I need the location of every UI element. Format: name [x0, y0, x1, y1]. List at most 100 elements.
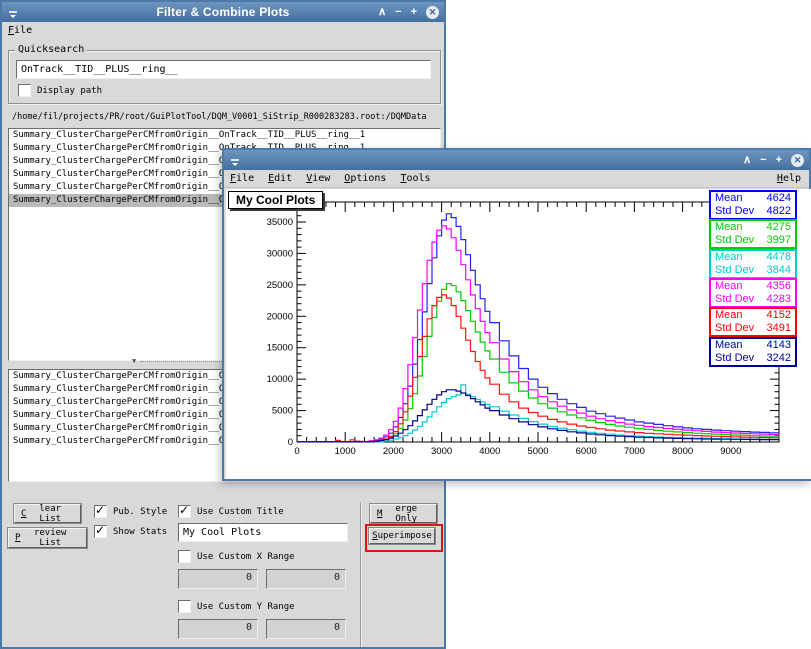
checkbox-box — [94, 503, 107, 518]
x-max-field[interactable]: 0 — [266, 569, 346, 589]
mean-value: 4478 — [766, 250, 791, 263]
stat-box[interactable]: Mean 4478 Std Dev 3844 — [709, 248, 797, 279]
std-dev-label: Std Dev — [715, 234, 755, 247]
hist-blue — [297, 213, 780, 443]
root-canvas[interactable]: 0 1000 2000 3000 4000 5000 6000 7000 8000 9000 0 50… — [226, 189, 811, 479]
window2-titlebar[interactable]: ∧ − + ✕ — [224, 150, 809, 170]
std-dev-label: Std Dev — [715, 263, 755, 276]
y-tick-label: 30000 — [267, 248, 293, 259]
mean-value: 4624 — [766, 192, 791, 204]
use-custom-x-range-checkbox[interactable]: Use Custom X Range — [178, 550, 295, 563]
mean-label: Mean — [715, 279, 743, 292]
divider — [360, 502, 361, 647]
shade-icon[interactable]: ∧ — [378, 2, 386, 22]
y-tick-label: 15000 — [267, 343, 293, 354]
y-tick-label: 35000 — [267, 217, 293, 228]
std-dev-label: Std Dev — [715, 205, 755, 217]
mean-label: Mean — [715, 192, 743, 204]
x-tick-label: 0 — [294, 446, 299, 457]
menu-help[interactable]: Help — [777, 173, 801, 184]
std-dev-value: 3242 — [766, 351, 791, 364]
menu-file[interactable]: File — [8, 25, 32, 36]
quicksearch-input[interactable] — [16, 60, 431, 79]
pub-style-label: Pub. Style — [113, 506, 168, 517]
menu-edit[interactable]: Edit — [268, 173, 292, 184]
pub-style-checkbox[interactable]: Pub. Style — [94, 503, 168, 518]
checkbox-box — [178, 600, 191, 613]
clear-list-button[interactable]: Clear List — [14, 504, 81, 524]
x-tick-label: 8000 — [672, 446, 693, 457]
std-dev-value: 3844 — [766, 263, 791, 276]
superimpose-button[interactable]: Superimpose — [369, 528, 435, 544]
merge-only-button[interactable]: Merge Only — [370, 504, 437, 524]
mean-value: 4143 — [766, 338, 791, 351]
maximize-icon[interactable]: + — [411, 2, 417, 22]
y-tick-label: 25000 — [267, 280, 293, 291]
minimize-icon[interactable]: − — [760, 150, 766, 170]
maximize-icon[interactable]: + — [776, 150, 782, 170]
window1-menubar: File — [2, 22, 444, 39]
y-tick-label: 20000 — [267, 311, 293, 322]
mean-value: 4275 — [766, 221, 791, 234]
menu-tools[interactable]: Tools — [400, 173, 430, 184]
x-tick-label: 3000 — [431, 446, 452, 457]
shade-icon[interactable]: ∧ — [743, 150, 751, 170]
x-tick-label: 2000 — [383, 446, 404, 457]
x-tick-label: 4000 — [479, 446, 500, 457]
x-tick-label: 6000 — [576, 446, 597, 457]
list-item[interactable]: Summary_ClusterChargePerCMfromOrigin__On… — [9, 129, 440, 142]
mean-value: 4356 — [766, 279, 791, 292]
close-icon[interactable]: ✕ — [791, 153, 804, 167]
std-dev-value: 4283 — [766, 292, 791, 305]
checkbox-box — [178, 550, 191, 563]
mean-value: 4152 — [766, 309, 791, 322]
x-tick-label: 1000 — [335, 446, 356, 457]
y-max-field[interactable]: 0 — [266, 619, 346, 639]
std-dev-label: Std Dev — [715, 292, 755, 305]
window1-titlebar[interactable]: Filter & Combine Plots ∧ − + ✕ — [2, 2, 444, 22]
plot-title-box[interactable]: My Cool Plots — [228, 191, 324, 209]
std-dev-label: Std Dev — [715, 322, 755, 335]
x-min-field[interactable]: 0 — [178, 569, 258, 589]
hist-red — [297, 294, 780, 443]
hist-green — [297, 283, 780, 443]
use-custom-title-checkbox[interactable]: Use Custom Title — [178, 503, 284, 518]
stat-box[interactable]: Mean 4356 Std Dev 4283 — [709, 277, 797, 308]
stat-box[interactable]: Mean 4624 Std Dev 4822 — [709, 190, 797, 220]
plot-frame — [296, 201, 780, 443]
window-menu-icon[interactable] — [229, 154, 241, 166]
stat-box[interactable]: Mean 4143 Std Dev 3242 — [709, 336, 797, 367]
std-dev-label: Std Dev — [715, 351, 755, 364]
checkbox-box — [178, 503, 191, 518]
stat-box[interactable]: Mean 4275 Std Dev 3997 — [709, 219, 797, 250]
minimize-icon[interactable]: − — [395, 2, 401, 22]
close-icon[interactable]: ✕ — [426, 5, 439, 19]
use-custom-x-range-label: Use Custom X Range — [197, 551, 295, 562]
use-custom-y-range-checkbox[interactable]: Use Custom Y Range — [178, 600, 295, 613]
checkbox-box — [94, 523, 107, 538]
stat-box[interactable]: Mean 4152 Std Dev 3491 — [709, 307, 797, 338]
display-path-checkbox[interactable]: Display path — [18, 84, 102, 97]
mean-label: Mean — [715, 250, 743, 263]
std-dev-value: 3491 — [766, 322, 791, 335]
hist-magenta — [297, 225, 780, 443]
y-min-field[interactable]: 0 — [178, 619, 258, 639]
std-dev-value: 3997 — [766, 234, 791, 247]
display-path-label: Display path — [37, 85, 103, 96]
window2-menubar: File Edit View Options Tools Help — [224, 170, 809, 188]
y-tick-label: 5000 — [272, 406, 293, 417]
menu-view[interactable]: View — [306, 173, 330, 184]
file-path-label: /home/fil/projects/PR/root/GuiPlotTool/D… — [12, 112, 427, 122]
preview-list-button[interactable]: Preview List — [8, 528, 87, 548]
x-tick-label: 9000 — [720, 446, 741, 457]
quicksearch-label: Quicksearch — [15, 44, 88, 55]
plot-window: ∧ − + ✕ File Edit View Options Tools Help 0 1… — [222, 148, 811, 481]
show-stats-checkbox[interactable]: Show Stats — [94, 523, 167, 538]
mean-label: Mean — [715, 221, 743, 234]
use-custom-y-range-label: Use Custom Y Range — [197, 601, 295, 612]
menu-options[interactable]: Options — [344, 173, 386, 184]
menu-file[interactable]: File — [230, 173, 254, 184]
y-tick-label: 10000 — [267, 374, 293, 385]
checkbox-box — [18, 84, 31, 97]
custom-title-input[interactable] — [178, 523, 348, 542]
